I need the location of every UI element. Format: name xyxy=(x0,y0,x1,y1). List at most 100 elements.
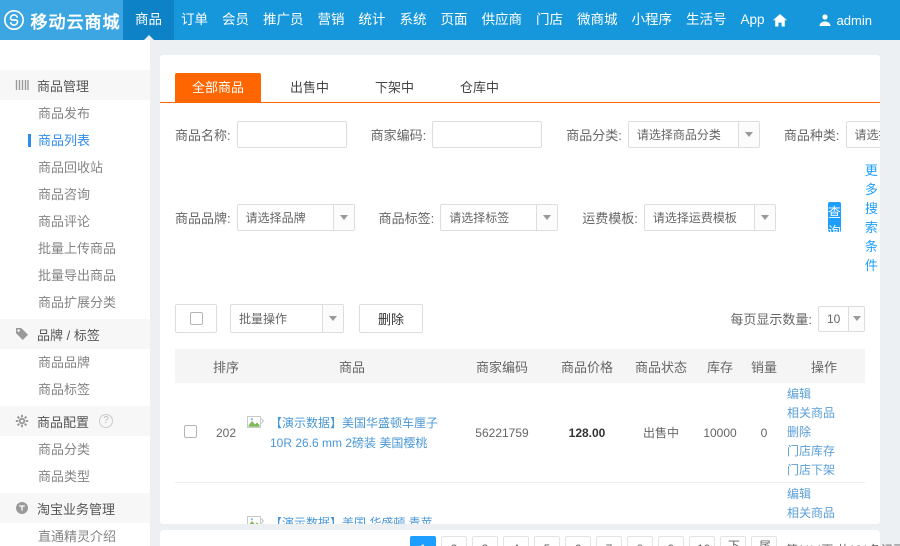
delete-link[interactable]: 删除 xyxy=(787,423,811,442)
app-logo[interactable]: 移动云商城 xyxy=(0,0,123,40)
topnav-item[interactable]: App xyxy=(734,0,772,40)
page-button[interactable]: 1 xyxy=(410,536,436,546)
more-filters-label: 更多搜索条件 xyxy=(865,160,880,274)
help-icon[interactable]: ? xyxy=(99,414,113,428)
next-page-button[interactable]: 下一页 xyxy=(720,536,746,546)
page-button[interactable]: 7 xyxy=(596,536,622,546)
topnav-item[interactable]: 系统 xyxy=(393,0,434,40)
sidebar-item[interactable]: 商品评论 xyxy=(0,208,150,235)
status-tabs: 全部商品 出售中 下架中 仓库中 xyxy=(160,55,880,103)
topnav-item[interactable]: 商品 xyxy=(123,0,174,40)
category-label: 商品分类: xyxy=(566,125,622,144)
related-products-link[interactable]: 相关商品 xyxy=(787,504,835,523)
list-toolbar: 批量操作 删除 每页显示数量: 10 xyxy=(160,304,880,333)
batch-action-select[interactable]: 批量操作 xyxy=(230,304,344,333)
more-filters-link[interactable]: 更多搜索条件 xyxy=(865,160,880,274)
edit-link[interactable]: 编辑 xyxy=(787,485,811,504)
row-sort: 202 xyxy=(205,424,247,442)
page-button[interactable]: 4 xyxy=(503,536,529,546)
product-link[interactable]: 【演示数据】美国华盛顿车厘子10R 26.6 mm 2磅装 美国樱桃 xyxy=(270,413,443,453)
per-page-select[interactable]: 10 xyxy=(818,306,865,332)
status-tab[interactable]: 出售中 xyxy=(273,73,346,102)
sidebar-section-header[interactable]: 品牌 / 标签 xyxy=(0,319,150,349)
sidebar-section: 商品管理 商品发布 商品列表 商品回收站 商品咨询 商品评论 批量上传商品 批量… xyxy=(0,70,150,316)
topbar-right: admin xyxy=(772,0,900,40)
topnav-item[interactable]: 供应商 xyxy=(475,0,530,40)
topnav-item[interactable]: 统计 xyxy=(352,0,393,40)
related-products-link[interactable]: 相关商品 xyxy=(787,404,835,423)
freight-select[interactable]: 请选择运费模板 xyxy=(644,204,776,231)
topnav-item-label: 页面 xyxy=(441,12,468,27)
sidebar-item[interactable]: 批量上传商品 xyxy=(0,235,150,262)
sidebar-item[interactable]: 商品咨询 xyxy=(0,181,150,208)
topnav-item-label: 推广员 xyxy=(263,12,304,27)
topnav-item-label: 营销 xyxy=(318,12,345,27)
merchant-code-input[interactable] xyxy=(432,121,542,148)
delete-button[interactable]: 删除 xyxy=(359,304,423,333)
page-button[interactable]: 2 xyxy=(441,536,467,546)
sidebar-item[interactable]: 直通精灵介绍 xyxy=(0,523,150,546)
search-button[interactable]: 查询 xyxy=(828,202,841,232)
chevron-down-icon xyxy=(848,307,864,331)
row-select[interactable] xyxy=(175,423,205,443)
status-tab[interactable]: 全部商品 xyxy=(175,73,261,102)
topnav-item[interactable]: 门店 xyxy=(529,0,570,40)
page-button[interactable]: 8 xyxy=(627,536,653,546)
sidebar-item[interactable]: 商品分类 xyxy=(0,436,150,463)
sidebar-item[interactable]: 商品列表 xyxy=(0,127,150,154)
sidebar-item[interactable]: 商品发布 xyxy=(0,100,150,127)
sidebar-item-label: 商品评论 xyxy=(38,214,90,229)
sidebar-item[interactable]: 商品类型 xyxy=(0,463,150,490)
row-product: 【演示数据】美国 华盛顿 青苹果4个装 单果140-170g xyxy=(247,511,457,525)
page-button[interactable]: 9 xyxy=(658,536,684,546)
topnav-item[interactable]: 小程序 xyxy=(625,0,680,40)
topnav-item[interactable]: 微商城 xyxy=(570,0,625,40)
status-tab[interactable]: 仓库中 xyxy=(443,73,516,102)
brand-select[interactable]: 请选择品牌 xyxy=(237,204,355,231)
tag-select[interactable]: 请选择标签 xyxy=(440,204,558,231)
status-tab[interactable]: 下架中 xyxy=(358,73,431,102)
delete-link[interactable]: 删除 xyxy=(787,523,811,524)
sidebar: 商品管理 商品发布 商品列表 商品回收站 商品咨询 商品评论 批量上传商品 批量… xyxy=(0,40,150,546)
store-stock-link[interactable]: 门店库存 xyxy=(787,442,835,461)
sidebar-section-header[interactable]: 商品配置 ? xyxy=(0,406,150,436)
row-actions: 编辑 相关商品 删除 门店库存 门店下架 xyxy=(783,383,865,482)
edit-link[interactable]: 编辑 xyxy=(787,385,811,404)
last-page-button[interactable]: 尾页 xyxy=(751,536,777,546)
page-button[interactable]: 3 xyxy=(472,536,498,546)
topnav-item[interactable]: 营销 xyxy=(311,0,352,40)
product-link[interactable]: 【演示数据】美国 华盛顿 青苹果4个装 单果140-170g xyxy=(270,513,443,525)
page-button[interactable]: 5 xyxy=(534,536,560,546)
sidebar-item-label: 商品咨询 xyxy=(38,187,90,202)
store-offshelf-link[interactable]: 门店下架 xyxy=(787,461,835,480)
topnav-item[interactable]: 生活号 xyxy=(679,0,734,40)
page-button[interactable]: 10 xyxy=(689,536,715,546)
sidebar-section-header[interactable]: 淘宝业务管理 xyxy=(0,493,150,523)
sidebar-item[interactable]: 商品扩展分类 xyxy=(0,289,150,316)
sidebar-section-header[interactable]: 商品管理 xyxy=(0,70,150,100)
filter-brand: 商品品牌: 请选择品牌 xyxy=(175,204,355,231)
category-select[interactable]: 请选择商品分类 xyxy=(628,121,760,148)
topnav-item[interactable]: 订单 xyxy=(174,0,215,40)
sidebar-item[interactable]: 商品回收站 xyxy=(0,154,150,181)
select-all-button[interactable] xyxy=(175,304,217,333)
sidebar-section-title: 商品管理 xyxy=(37,76,89,95)
sidebar-item[interactable]: 批量导出商品 xyxy=(0,262,150,289)
row-select[interactable] xyxy=(175,523,205,525)
column-header: 排序 xyxy=(205,357,247,376)
page-button[interactable]: 6 xyxy=(565,536,591,546)
checkbox-icon[interactable] xyxy=(184,425,197,438)
kind-select[interactable]: 请选择 xyxy=(846,121,881,148)
topnav-item[interactable]: 推广员 xyxy=(256,0,311,40)
row-actions: 编辑 相关商品 删除 门店库存 门店下架 xyxy=(783,483,865,524)
user-menu[interactable]: admin xyxy=(818,13,872,28)
product-name-input[interactable] xyxy=(237,121,347,148)
sidebar-item[interactable]: 商品标签 xyxy=(0,376,150,403)
sidebar-item[interactable]: 商品品牌 xyxy=(0,349,150,376)
sidebar-item-label: 商品回收站 xyxy=(38,160,103,175)
checkbox-icon[interactable] xyxy=(190,312,203,325)
topnav-item[interactable]: 页面 xyxy=(434,0,475,40)
home-icon[interactable] xyxy=(772,13,788,28)
topnav-item[interactable]: 会员 xyxy=(215,0,256,40)
gear-icon xyxy=(15,414,29,428)
